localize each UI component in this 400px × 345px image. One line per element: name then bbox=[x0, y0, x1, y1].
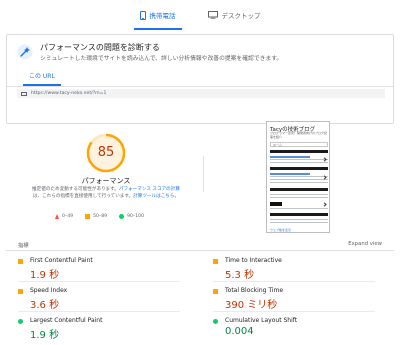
metric-name: Largest Contentful Paint bbox=[30, 317, 103, 324]
tab-desktop-label: デスクトップ bbox=[221, 12, 261, 20]
average-square-icon bbox=[18, 289, 23, 294]
device-tabs: 携帯電話 デスクトップ bbox=[0, 0, 400, 30]
screenshot-line bbox=[270, 222, 328, 224]
calculator-link[interactable]: 計算ツールはこちら bbox=[133, 194, 174, 199]
performance-label: パフォーマンス bbox=[81, 177, 131, 185]
tab-this-url[interactable]: この URL bbox=[23, 71, 61, 86]
phone-icon bbox=[139, 10, 146, 20]
screenshot-line bbox=[270, 176, 328, 178]
vertical-divider bbox=[203, 156, 204, 192]
desc-text-2: は、これらの指標を直接使用して行っています。 bbox=[32, 193, 134, 199]
screenshot-bar bbox=[270, 213, 328, 216]
screenshot-line bbox=[270, 159, 328, 161]
metric-value: 1.9 秒 bbox=[30, 270, 60, 281]
screenshot-footer: ウェブ版を表示 bbox=[270, 228, 292, 232]
screenshot-bar bbox=[270, 150, 328, 153]
metric-lcp: Largest Contentful Paint 1.9 秒 bbox=[0, 314, 180, 342]
metric-speed-index: Speed Index 3.6 秒 bbox=[0, 284, 180, 312]
chevron-right-icon bbox=[322, 202, 327, 207]
circle-icon bbox=[119, 214, 125, 219]
average-square-icon bbox=[213, 259, 218, 264]
screenshot-nav: ホーム bbox=[270, 142, 328, 147]
divider bbox=[7, 86, 393, 87]
divider bbox=[213, 281, 375, 282]
analyzed-url: https://www.tacy-neko.net/?m=1 bbox=[31, 91, 107, 96]
metrics-title: 指標 bbox=[18, 243, 29, 249]
chevron-right-icon bbox=[322, 157, 327, 162]
metric-tti: Time to Interactive 5.3 秒 bbox=[195, 254, 375, 282]
score-calc-link[interactable]: パフォーマンス スコアの計算 bbox=[119, 187, 180, 192]
screenshot-line bbox=[270, 197, 328, 199]
screenshot-subtitle: プログラマー必見！開発者向けのブログ記事を紹介 bbox=[270, 131, 328, 139]
diagnose-subtitle: シミュレートした環境でサイトを読み込んで、詳しい分析情報や改善の提案を確認できま… bbox=[40, 56, 283, 62]
good-circle-icon bbox=[213, 319, 218, 324]
screenshot-link bbox=[270, 173, 310, 175]
legend-fail: 0–49 bbox=[55, 214, 73, 219]
metric-value: 0.004 bbox=[225, 326, 254, 337]
screenshot-bar bbox=[270, 188, 328, 191]
performance-score: 85 bbox=[97, 145, 115, 160]
average-square-icon bbox=[213, 289, 218, 294]
metric-cls: Cumulative Layout Shift 0.004 bbox=[195, 314, 375, 342]
url-bar: https://www.tacy-neko.net/?m=1 bbox=[17, 89, 385, 98]
screenshot-bar bbox=[270, 167, 328, 170]
performance-description: 推定値のため変動する可能性があります。パフォーマンス スコアの計算は、これらの指… bbox=[30, 187, 182, 201]
metric-name: First Contentful Paint bbox=[30, 257, 93, 264]
metric-value: 5.3 秒 bbox=[225, 270, 255, 281]
legend-average: 50–89 bbox=[85, 214, 107, 219]
square-icon bbox=[85, 214, 91, 219]
diagnose-icon bbox=[17, 44, 33, 60]
screenshot-image bbox=[270, 202, 282, 206]
screenshot-line bbox=[270, 179, 328, 181]
metric-fcp: First Contentful Paint 1.9 秒 bbox=[0, 254, 180, 282]
metrics-header: 指標 Expand view bbox=[6, 240, 394, 250]
desktop-icon bbox=[207, 11, 218, 19]
tab-desktop[interactable]: デスクトップ bbox=[202, 0, 267, 30]
metric-value: 3.6 秒 bbox=[30, 300, 60, 311]
tab-mobile-label: 携帯電話 bbox=[149, 12, 176, 20]
screenshot-line bbox=[270, 182, 328, 184]
diagnose-title: パフォーマンスの問題を診断する bbox=[40, 43, 160, 52]
diagnose-card: パフォーマンスの問題を診断する シミュレートした環境でサイトを読み込んで、詳しい… bbox=[6, 34, 394, 124]
screenshot-line bbox=[270, 194, 328, 196]
metric-tbt: Total Blocking Time 390 ミリ秒 bbox=[195, 284, 375, 312]
metric-name: Cumulative Layout Shift bbox=[225, 317, 298, 324]
average-square-icon bbox=[18, 259, 23, 264]
url-icon bbox=[21, 91, 27, 96]
legend-average-range: 50–89 bbox=[93, 214, 108, 219]
tab-mobile[interactable]: 携帯電話 bbox=[133, 0, 182, 30]
metric-value: 1.9 秒 bbox=[30, 330, 60, 341]
metric-name: Speed Index bbox=[30, 287, 68, 294]
expand-view-toggle[interactable]: Expand view bbox=[348, 241, 382, 247]
triangle-icon bbox=[55, 214, 59, 219]
divider bbox=[6, 250, 394, 251]
metric-value: 390 ミリ秒 bbox=[225, 300, 278, 311]
screenshot-line bbox=[270, 219, 328, 221]
page-screenshot: Tacyの技術ブログ プログラマー必見！開発者向けのブログ記事を紹介 ホーム ウ… bbox=[266, 121, 330, 233]
desc-text-1: 推定値のため変動する可能性があります。 bbox=[32, 187, 119, 192]
legend-pass-range: 90–100 bbox=[127, 214, 144, 219]
divider bbox=[18, 281, 180, 282]
metric-name: Total Blocking Time bbox=[225, 287, 284, 294]
divider bbox=[18, 311, 180, 312]
screenshot-link bbox=[270, 156, 310, 158]
good-circle-icon bbox=[18, 319, 23, 324]
desc-text-3: 。 bbox=[174, 193, 180, 199]
divider bbox=[213, 311, 375, 312]
legend-fail-range: 0–49 bbox=[62, 214, 74, 219]
screenshot-line bbox=[270, 162, 328, 164]
screenshot-line bbox=[270, 208, 328, 210]
score-legend: 0–49 50–89 90–100 bbox=[55, 214, 144, 219]
metric-name: Time to Interactive bbox=[225, 257, 282, 264]
legend-pass: 90–100 bbox=[119, 214, 144, 219]
